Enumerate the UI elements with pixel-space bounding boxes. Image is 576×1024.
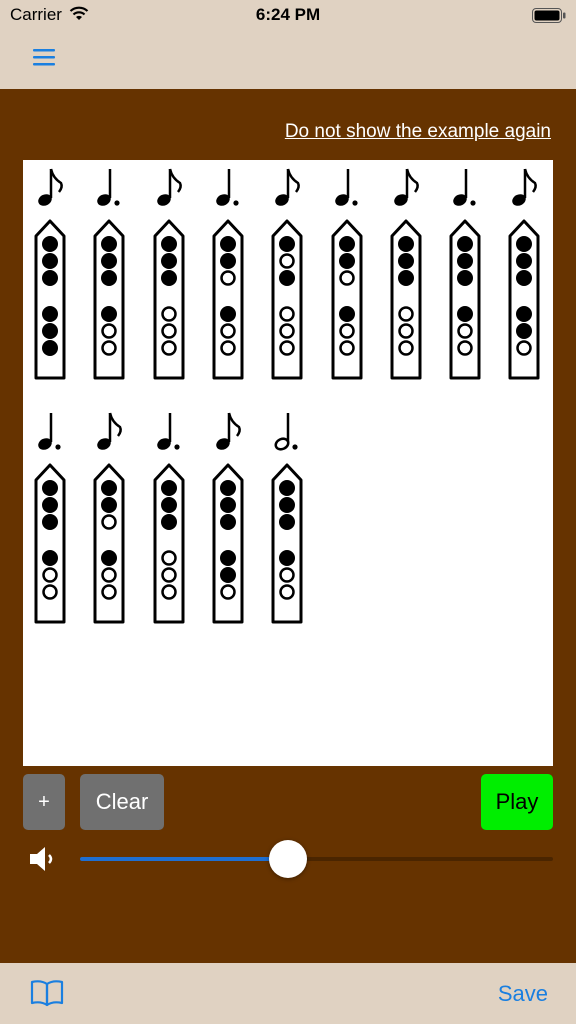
note-symbol[interactable]: [154, 410, 184, 457]
fingering-chart[interactable]: [211, 218, 245, 385]
note-symbol[interactable]: [213, 410, 243, 457]
fingering-chart[interactable]: [507, 218, 541, 385]
tab-bar: Save: [0, 963, 576, 1024]
play-button[interactable]: Play: [481, 774, 553, 830]
fingering-chart[interactable]: [33, 462, 67, 629]
note-symbol[interactable]: [391, 166, 421, 213]
fingering-chart[interactable]: [152, 462, 186, 629]
note-symbol[interactable]: [154, 166, 184, 213]
volume-slider-thumb[interactable]: [269, 840, 308, 878]
volume-slider-fill: [80, 857, 289, 861]
fingering-chart[interactable]: [270, 462, 304, 629]
fingering-chart[interactable]: [330, 218, 364, 385]
note-symbol[interactable]: [272, 410, 302, 457]
note-symbol[interactable]: [35, 410, 65, 457]
melody-canvas[interactable]: [23, 160, 553, 766]
clock: 6:24 PM: [255, 5, 321, 24]
note-symbol[interactable]: [332, 166, 362, 213]
fingering-chart[interactable]: [92, 218, 126, 385]
battery-icon: [532, 8, 566, 28]
note-symbol[interactable]: [213, 166, 243, 213]
fingering-chart[interactable]: [33, 218, 67, 385]
fingering-chart[interactable]: [211, 462, 245, 629]
note-symbol[interactable]: [94, 166, 124, 213]
status-bar: Carrier 6:24 PM: [0, 0, 576, 30]
note-symbol[interactable]: [94, 410, 124, 457]
fingering-chart[interactable]: [152, 218, 186, 385]
book-icon[interactable]: [30, 979, 64, 1012]
volume-slider[interactable]: [80, 840, 553, 878]
note-symbol[interactable]: [35, 166, 65, 213]
save-button[interactable]: Save: [498, 981, 548, 1007]
speaker-icon: [28, 843, 58, 880]
fingering-chart[interactable]: [389, 218, 423, 385]
fingering-chart[interactable]: [270, 218, 304, 385]
add-note-button[interactable]: +: [23, 774, 65, 830]
navigation-bar: [0, 30, 576, 89]
note-symbol[interactable]: [272, 166, 302, 213]
note-symbol[interactable]: [509, 166, 539, 213]
note-symbol[interactable]: [450, 166, 480, 213]
do-not-show-example-link[interactable]: Do not show the example again: [285, 121, 551, 143]
clear-button[interactable]: Clear: [80, 774, 164, 830]
fingering-chart[interactable]: [92, 462, 126, 629]
fingering-chart[interactable]: [448, 218, 482, 385]
hamburger-menu-icon[interactable]: [32, 46, 58, 68]
